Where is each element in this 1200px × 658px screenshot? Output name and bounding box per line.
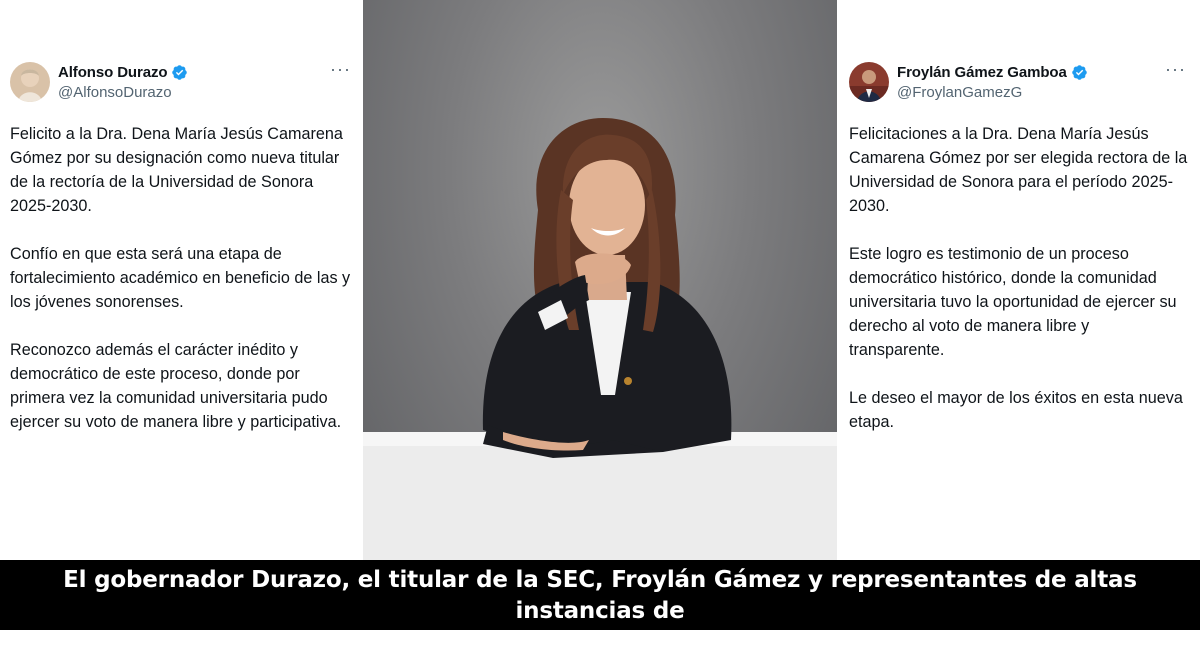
tweet-header: Alfonso Durazo @AlfonsoDurazo ··· (10, 60, 353, 122)
tweet-header: Froylán Gámez Gamboa @FroylanGamezG ··· (849, 60, 1188, 122)
avatar[interactable] (10, 62, 50, 102)
author-name[interactable]: Alfonso Durazo (58, 64, 168, 81)
tweet-paragraph: Confío en que esta será una etapa de for… (10, 245, 351, 311)
headline-caption: El gobernador Durazo, el titular de la S… (0, 560, 1200, 655)
author-handle[interactable]: @FroylanGamezG (897, 84, 1088, 101)
portrait-photo (363, 0, 837, 560)
verified-badge-icon (171, 64, 188, 81)
avatar[interactable] (849, 62, 889, 102)
tweet-text: Felicitaciones a la Dra. Dena María Jesú… (849, 122, 1188, 434)
author-info: Alfonso Durazo @AlfonsoDurazo (58, 64, 188, 101)
author-handle[interactable]: @AlfonsoDurazo (58, 84, 188, 101)
tweet-paragraph: Le deseo el mayor de los éxitos en esta … (849, 389, 1183, 431)
caption-line-2: gobierno reconocen a Dena María Jesús Ca… (57, 629, 1143, 655)
caption-line-1: El gobernador Durazo, el titular de la S… (63, 567, 1137, 624)
tweet-text: Felicito a la Dra. Dena María Jesús Cama… (10, 122, 353, 434)
verified-badge-icon (1071, 64, 1088, 81)
tweet-paragraph: Felicitaciones a la Dra. Dena María Jesú… (849, 125, 1188, 215)
more-horizontal-icon[interactable]: ··· (1165, 60, 1186, 78)
tweet-paragraph: Felicito a la Dra. Dena María Jesús Cama… (10, 125, 343, 215)
tweet-card-alfonso-durazo: Alfonso Durazo @AlfonsoDurazo ··· Felici… (0, 0, 363, 560)
author-info: Froylán Gámez Gamboa @FroylanGamezG (897, 64, 1088, 101)
tweet-paragraph: Reconozco además el carácter inédito y d… (10, 341, 342, 431)
tweet-card-froylan-gamez: Froylán Gámez Gamboa @FroylanGamezG ··· … (837, 0, 1200, 560)
more-horizontal-icon[interactable]: ··· (330, 60, 351, 78)
tweet-paragraph: Este logro es testimonio de un proceso d… (849, 245, 1177, 359)
author-name[interactable]: Froylán Gámez Gamboa (897, 64, 1067, 81)
